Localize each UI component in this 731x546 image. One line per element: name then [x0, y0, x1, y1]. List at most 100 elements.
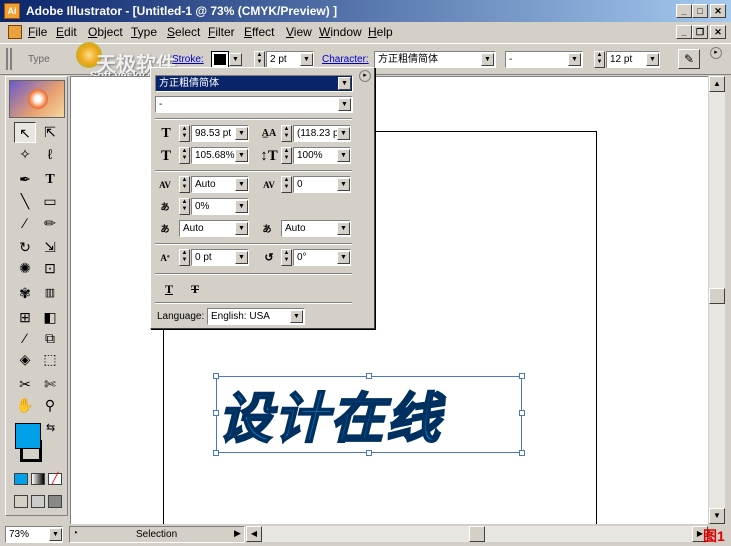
eyedropper-tool-icon[interactable]: ⁄: [14, 328, 36, 349]
panel-menu-icon[interactable]: ▸: [359, 70, 371, 82]
kerning-spinner-icon[interactable]: ▲ ▼: [179, 176, 190, 193]
status-menu-icon[interactable]: ▶: [234, 528, 241, 539]
selection-handle[interactable]: [519, 410, 525, 416]
knife-tool-icon[interactable]: ✄: [39, 374, 61, 395]
stroke-dropdown-icon[interactable]: ▼: [229, 53, 242, 66]
character-rotation-spinner-icon[interactable]: ▲ ▼: [281, 249, 292, 266]
paragraph-options-icon[interactable]: ✎: [678, 49, 700, 69]
mesh-tool-icon[interactable]: ⊞: [14, 307, 36, 328]
aki-right-dropdown-icon[interactable]: ▼: [337, 222, 350, 235]
pen-tool-icon[interactable]: ✒: [14, 169, 36, 190]
artwork-text[interactable]: 设计在线: [217, 374, 442, 453]
font-size-spinner-icon[interactable]: ▲ ▼: [594, 51, 605, 68]
scroll-left-icon[interactable]: ◀: [246, 526, 262, 542]
tracking-dropdown-icon[interactable]: ▼: [337, 178, 350, 191]
aki-left-dropdown-icon[interactable]: ▼: [235, 222, 248, 235]
screen-mode-full-icon[interactable]: [48, 495, 62, 508]
hand-tool-icon[interactable]: ✋: [14, 395, 36, 416]
gradient-mode-icon[interactable]: [31, 473, 45, 485]
baseline-shift-spinner-icon[interactable]: ▲ ▼: [179, 249, 190, 266]
horizontal-scale-dropdown-icon[interactable]: ▼: [235, 149, 248, 162]
rectangle-tool-icon[interactable]: ▭: [39, 191, 61, 212]
type-tool-icon[interactable]: T: [39, 169, 61, 190]
stroke-link[interactable]: Stroke:: [172, 54, 204, 65]
vertical-scrollbar[interactable]: ▲ ▼: [708, 76, 725, 524]
menu-file[interactable]: File: [28, 25, 47, 39]
color-mode-icon[interactable]: [14, 473, 28, 485]
menu-type[interactable]: Type: [131, 25, 157, 39]
baseline-shift-dropdown-icon[interactable]: ▼: [235, 251, 248, 264]
font-style-dropdown-icon[interactable]: ▼: [568, 53, 581, 66]
zoom-dropdown-icon[interactable]: ▼: [49, 528, 62, 541]
selection-handle[interactable]: [519, 450, 525, 456]
menu-window[interactable]: Window: [319, 25, 362, 39]
screen-mode-menu-icon[interactable]: [31, 495, 45, 508]
menu-filter[interactable]: Filter: [208, 25, 235, 39]
stroke-weight-dropdown-icon[interactable]: ▼: [300, 53, 313, 66]
slice-tool-icon[interactable]: ⬚: [39, 349, 61, 370]
selection-handle[interactable]: [213, 373, 219, 379]
close-icon[interactable]: ✕: [710, 4, 726, 18]
leading-dropdown-icon[interactable]: ▼: [337, 127, 350, 140]
language-dropdown-icon[interactable]: ▼: [290, 310, 303, 323]
underline-icon[interactable]: T: [159, 280, 179, 298]
symbol-sprayer-tool-icon[interactable]: ✾: [14, 283, 36, 304]
stroke-swatch[interactable]: [211, 51, 229, 68]
panel-font-style-select[interactable]: -: [155, 96, 353, 113]
panel-font-family-select[interactable]: 方正粗倩简体: [155, 75, 353, 92]
selection-handle[interactable]: [366, 373, 372, 379]
zoom-tool-icon[interactable]: ⚲: [39, 395, 61, 416]
illustrator-logo[interactable]: [9, 80, 65, 118]
version-cue-icon[interactable]: ◔: [72, 528, 78, 539]
line-tool-icon[interactable]: ╲: [14, 191, 36, 212]
vertical-scale-dropdown-icon[interactable]: ▼: [337, 149, 350, 162]
font-family-dropdown-icon[interactable]: ▼: [481, 53, 494, 66]
strikethrough-icon[interactable]: T: [185, 280, 205, 298]
graph-tool-icon[interactable]: ▥: [39, 283, 61, 304]
fill-color-swatch[interactable]: [15, 423, 41, 449]
blend-tool-icon[interactable]: ⧉: [39, 328, 61, 349]
menu-object[interactable]: Object: [88, 25, 123, 39]
maximize-icon[interactable]: □: [692, 4, 708, 18]
menu-edit[interactable]: Edit: [56, 25, 77, 39]
doc-close-icon[interactable]: ✕: [710, 25, 726, 39]
none-mode-icon[interactable]: ╱: [48, 473, 62, 485]
scroll-thumb[interactable]: [709, 288, 725, 304]
warp-tool-icon[interactable]: ✺: [14, 258, 36, 279]
minimize-icon[interactable]: _: [676, 4, 692, 18]
tsume-dropdown-icon[interactable]: ▼: [235, 200, 248, 213]
selection-tool-icon[interactable]: ↖: [14, 122, 36, 143]
direct-selection-tool-icon[interactable]: ⇱: [39, 122, 61, 143]
stroke-spinner-icon[interactable]: ▲ ▼: [254, 51, 265, 68]
pencil-tool-icon[interactable]: ✏: [39, 213, 61, 234]
horizontal-scale-spinner-icon[interactable]: ▲ ▼: [179, 147, 190, 164]
font-family-select[interactable]: 方正粗倩简体: [374, 51, 496, 68]
character-link[interactable]: Character:: [322, 54, 369, 65]
menu-view[interactable]: View: [286, 25, 312, 39]
scale-tool-icon[interactable]: ⇲: [39, 237, 61, 258]
selection-handle[interactable]: [213, 410, 219, 416]
kerning-dropdown-icon[interactable]: ▼: [235, 178, 248, 191]
selection-handle[interactable]: [519, 373, 525, 379]
scroll-down-icon[interactable]: ▼: [709, 508, 725, 524]
menu-select[interactable]: Select: [167, 25, 200, 39]
horizontal-scroll-thumb[interactable]: [469, 526, 485, 542]
palette-grip[interactable]: [6, 48, 12, 70]
free-transform-tool-icon[interactable]: ⊡: [39, 258, 61, 279]
font-size-spinner-icon[interactable]: ▲ ▼: [179, 125, 190, 142]
palette-menu-icon[interactable]: ▸: [710, 47, 722, 59]
font-size-dropdown-icon[interactable]: ▼: [235, 127, 248, 140]
lasso-tool-icon[interactable]: ℓ: [39, 144, 61, 165]
panel-font-style-dropdown-icon[interactable]: ▼: [338, 98, 351, 111]
character-rotation-dropdown-icon[interactable]: ▼: [337, 251, 350, 264]
scroll-up-icon[interactable]: ▲: [709, 76, 725, 92]
screen-mode-standard-icon[interactable]: [14, 495, 28, 508]
menu-help[interactable]: Help: [368, 25, 393, 39]
rotate-tool-icon[interactable]: ↻: [14, 237, 36, 258]
selection-handle[interactable]: [213, 450, 219, 456]
magic-wand-tool-icon[interactable]: ✧: [14, 144, 36, 165]
scissors-tool-icon[interactable]: ✂: [14, 374, 36, 395]
font-size-dropdown-icon[interactable]: ▼: [646, 53, 659, 66]
doc-restore-icon[interactable]: ❐: [692, 25, 708, 39]
live-paint-tool-icon[interactable]: ◈: [14, 349, 36, 370]
